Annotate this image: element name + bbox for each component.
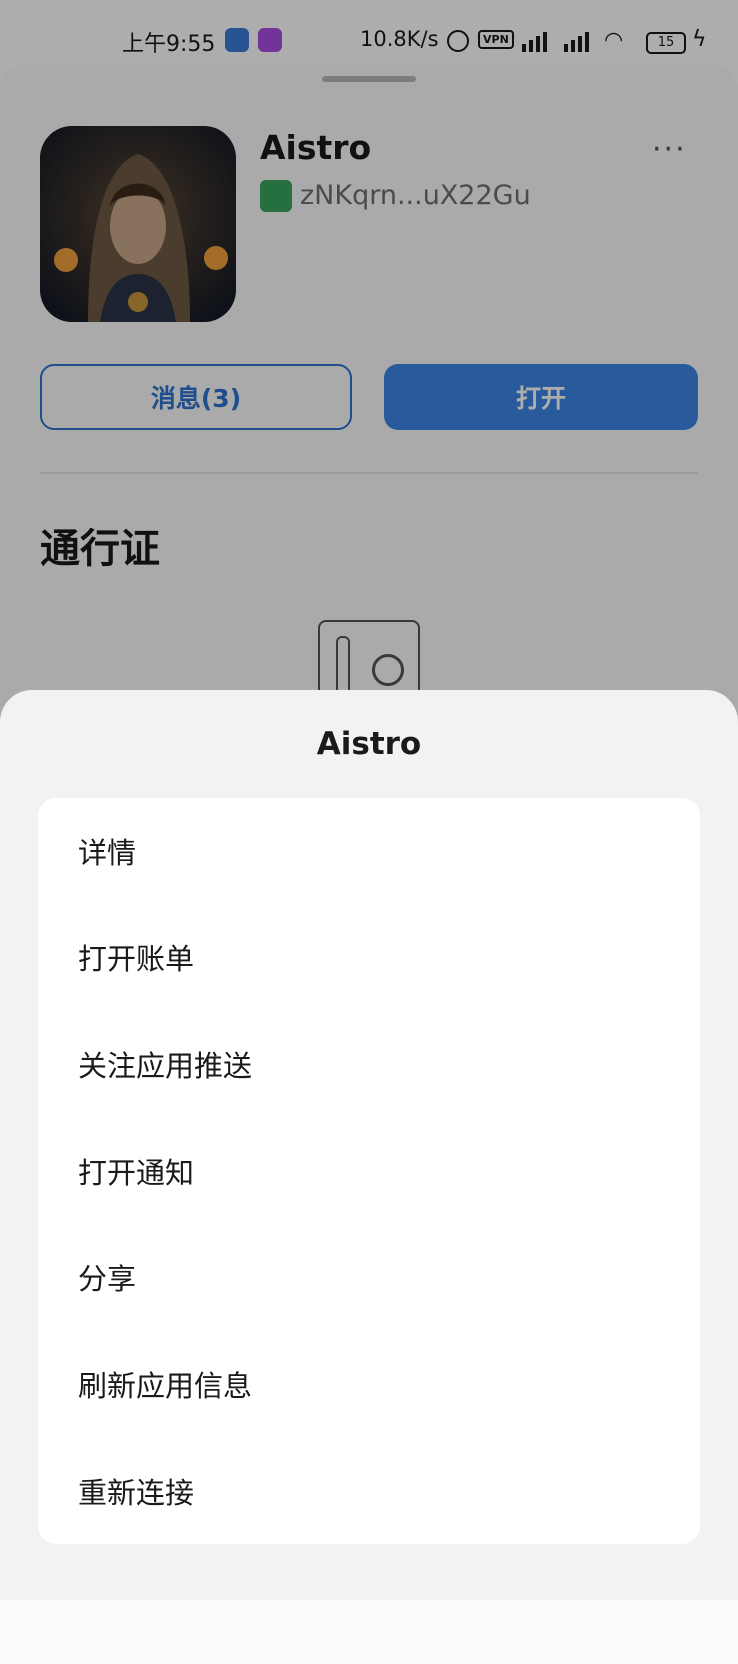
menu-item-enable-notifications[interactable]: 打开通知 — [38, 1118, 700, 1224]
menu-item-refresh-info[interactable]: 刷新应用信息 — [38, 1331, 700, 1437]
action-sheet-title: Aistro — [316, 726, 422, 762]
action-sheet: Aistro 详情 打开账单 关注应用推送 打开通知 分享 刷新应用信息 重新连… — [0, 690, 738, 1600]
action-menu: 详情 打开账单 关注应用推送 打开通知 分享 刷新应用信息 重新连接 — [38, 798, 700, 1544]
menu-item-open-bill[interactable]: 打开账单 — [38, 904, 700, 1010]
menu-item-reconnect[interactable]: 重新连接 — [38, 1438, 700, 1544]
menu-item-share[interactable]: 分享 — [38, 1224, 700, 1330]
menu-item-follow-push[interactable]: 关注应用推送 — [38, 1011, 700, 1117]
menu-item-details[interactable]: 详情 — [38, 798, 700, 904]
screen: 上午9:55 10.8K/s VPN ◠ 15 ϟ Aistro zNKqrn.… — [0, 0, 738, 1664]
